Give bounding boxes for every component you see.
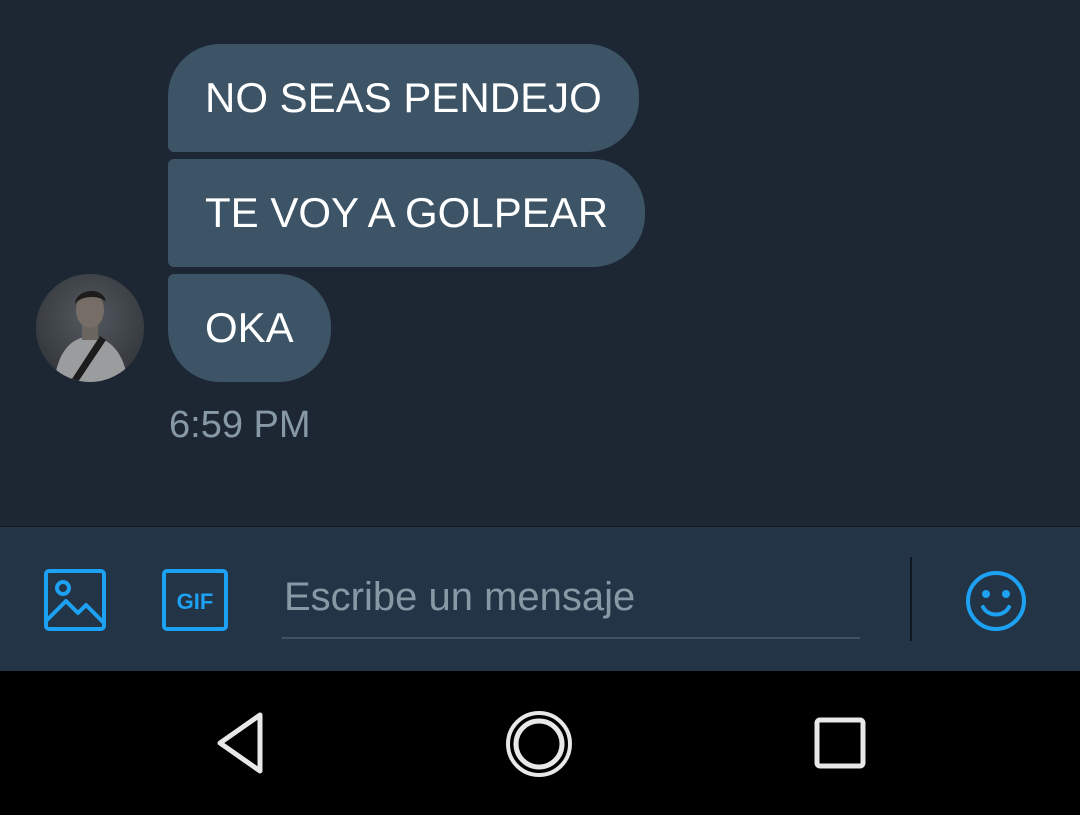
- recents-button[interactable]: [812, 715, 868, 771]
- message-bubble[interactable]: OKA: [168, 274, 331, 382]
- message-bubble[interactable]: TE VOY A GOLPEAR: [168, 159, 646, 267]
- avatar-photo: [36, 274, 144, 382]
- image-icon: [44, 569, 106, 631]
- message-input[interactable]: [282, 557, 860, 639]
- home-button[interactable]: [504, 709, 574, 779]
- system-navigation-bar: [0, 671, 1080, 815]
- add-media-button[interactable]: [44, 569, 106, 631]
- message-text: OKA: [205, 304, 294, 351]
- message-timestamp: 6:59 PM: [169, 404, 311, 446]
- avatar[interactable]: [36, 274, 144, 382]
- gif-icon: GIF: [162, 569, 228, 631]
- message-composer: GIF: [0, 526, 1080, 671]
- emoji-icon: [966, 571, 1026, 631]
- recents-icon: [814, 717, 866, 769]
- composer-divider: [910, 557, 912, 641]
- back-icon: [217, 712, 263, 774]
- home-icon: [506, 711, 572, 777]
- add-gif-button[interactable]: GIF: [162, 569, 228, 631]
- message-bubble[interactable]: NO SEAS PENDEJO: [168, 44, 639, 152]
- back-button[interactable]: [210, 709, 274, 777]
- message-thread: NO SEAS PENDEJO TE VOY A GOLPEAR OKA 6:5…: [0, 0, 1080, 526]
- message-text: NO SEAS PENDEJO: [205, 74, 602, 121]
- dm-screen: NO SEAS PENDEJO TE VOY A GOLPEAR OKA 6:5…: [0, 0, 1080, 815]
- message-text: TE VOY A GOLPEAR: [205, 189, 609, 236]
- emoji-button[interactable]: [964, 569, 1028, 633]
- gif-label: GIF: [177, 589, 214, 614]
